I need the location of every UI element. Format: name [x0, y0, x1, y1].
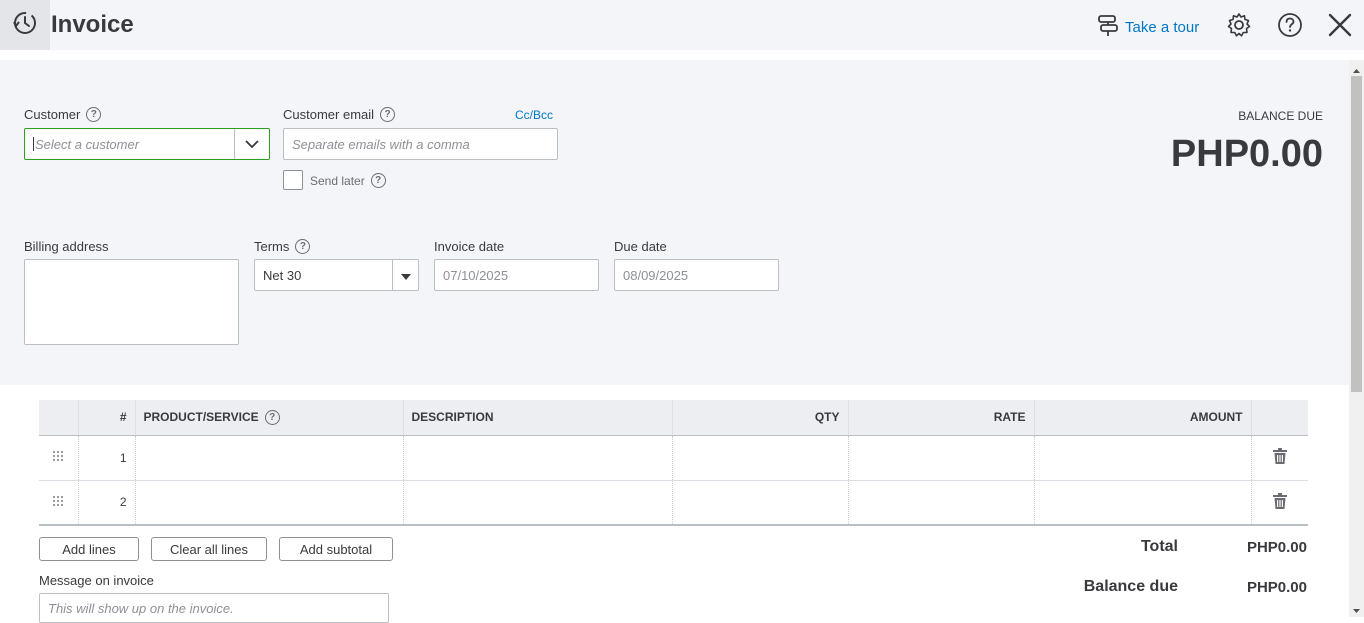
caret-down-icon: [400, 268, 411, 283]
terms-label: Terms ?: [254, 239, 311, 254]
add-subtotal-button[interactable]: Add subtotal: [279, 537, 393, 561]
column-header-amount: AMOUNT: [1034, 400, 1252, 436]
billing-address-label: Billing address: [24, 239, 109, 254]
scrollbar-thumb[interactable]: [1351, 76, 1362, 392]
qty-cell[interactable]: [672, 435, 849, 481]
customer-help-icon[interactable]: ?: [86, 107, 102, 122]
customer-dropdown-toggle[interactable]: [234, 129, 269, 159]
cc-bcc-link[interactable]: Cc/Bcc: [515, 108, 553, 122]
take-a-tour-link[interactable]: Take a tour: [1097, 13, 1199, 41]
terms-dropdown-toggle[interactable]: [392, 260, 418, 290]
close-icon[interactable]: [1327, 12, 1353, 38]
product-service-help-icon[interactable]: ?: [264, 409, 280, 425]
balance-due-label: BALANCE DUE: [1238, 109, 1323, 123]
history-clock-icon: [11, 9, 39, 42]
due-date-value: 08/09/2025: [623, 267, 689, 283]
customer-email-label: Customer email ?: [283, 107, 396, 122]
amount-cell[interactable]: [1034, 435, 1252, 481]
customer-email-help-icon[interactable]: ?: [380, 107, 396, 122]
drag-handle-icon[interactable]: [39, 480, 79, 526]
terms-value: Net 30: [263, 267, 302, 283]
text-cursor: [33, 137, 34, 151]
signpost-icon: [1097, 13, 1119, 41]
column-header-rate: RATE: [848, 400, 1035, 436]
column-header-product-service: PRODUCT/SERVICE ?: [135, 400, 404, 436]
table-header-row: # PRODUCT/SERVICE ? DESCRIPTION QTY RATE…: [39, 400, 1308, 436]
chevron-down-icon: [245, 137, 259, 152]
message-on-invoice-textarea[interactable]: This will show up on the invoice.: [39, 593, 389, 623]
invoice-date-value: 07/10/2025: [443, 267, 509, 283]
balance-due-summary-value: PHP0.00: [1246, 579, 1307, 596]
customer-select[interactable]: Select a customer: [24, 128, 270, 160]
rate-cell[interactable]: [848, 480, 1035, 526]
send-later-label: Send later ?: [310, 173, 386, 188]
message-placeholder: This will show up on the invoice.: [48, 601, 234, 616]
scroll-down-arrow-icon[interactable]: [1351, 603, 1362, 613]
customer-label: Customer ?: [24, 107, 102, 122]
column-header-number: #: [78, 400, 136, 436]
customer-email-input[interactable]: Separate emails with a comma: [283, 128, 558, 160]
help-question-icon[interactable]: [1277, 12, 1303, 38]
trash-icon[interactable]: [1251, 480, 1308, 526]
customer-placeholder: Select a customer: [35, 136, 140, 152]
message-on-invoice-label: Message on invoice: [39, 573, 154, 588]
total-label: Total: [1140, 538, 1178, 555]
row-number: 1: [78, 435, 136, 481]
terms-help-icon[interactable]: ?: [295, 239, 311, 254]
table-row[interactable]: 2: [39, 480, 1308, 526]
drag-column-header: [39, 400, 79, 436]
page-title: Invoice: [51, 11, 134, 38]
amount-cell[interactable]: [1034, 480, 1252, 526]
add-lines-button[interactable]: Add lines: [39, 537, 139, 561]
row-number: 2: [78, 480, 136, 526]
clear-all-lines-button[interactable]: Clear all lines: [151, 537, 267, 561]
total-value: PHP0.00: [1246, 539, 1307, 556]
table-row[interactable]: 1: [39, 435, 1308, 481]
column-header-qty: QTY: [672, 400, 849, 436]
send-later-help-icon[interactable]: ?: [370, 173, 386, 188]
drag-handle-icon[interactable]: [39, 435, 79, 481]
invoice-date-input[interactable]: 07/10/2025: [434, 259, 599, 291]
description-cell[interactable]: [403, 435, 673, 481]
delete-column-header: [1251, 400, 1308, 436]
send-later-checkbox[interactable]: [283, 170, 303, 190]
balance-due-summary-label: Balance due: [1083, 578, 1178, 595]
product-service-cell[interactable]: [135, 435, 404, 481]
header-divider: [0, 50, 1364, 60]
product-service-cell[interactable]: [135, 480, 404, 526]
description-cell[interactable]: [403, 480, 673, 526]
balance-due-amount: PHP0.00: [1170, 133, 1323, 175]
recent-history-button[interactable]: [0, 0, 50, 50]
customer-email-placeholder: Separate emails with a comma: [292, 136, 470, 152]
scroll-up-arrow-icon[interactable]: [1351, 63, 1362, 73]
due-date-input[interactable]: 08/09/2025: [614, 259, 779, 291]
rate-cell[interactable]: [848, 435, 1035, 481]
take-a-tour-label: Take a tour: [1125, 18, 1200, 36]
due-date-label: Due date: [614, 239, 667, 254]
trash-icon[interactable]: [1251, 435, 1308, 481]
settings-gear-icon[interactable]: [1226, 12, 1252, 38]
page-header: Invoice Take a tour: [0, 0, 1364, 50]
column-header-description: DESCRIPTION: [403, 400, 673, 436]
line-items-table: # PRODUCT/SERVICE ? DESCRIPTION QTY RATE…: [39, 400, 1308, 526]
billing-address-textarea[interactable]: [24, 259, 239, 345]
terms-select[interactable]: Net 30: [254, 259, 419, 291]
qty-cell[interactable]: [672, 480, 849, 526]
invoice-date-label: Invoice date: [434, 239, 505, 254]
